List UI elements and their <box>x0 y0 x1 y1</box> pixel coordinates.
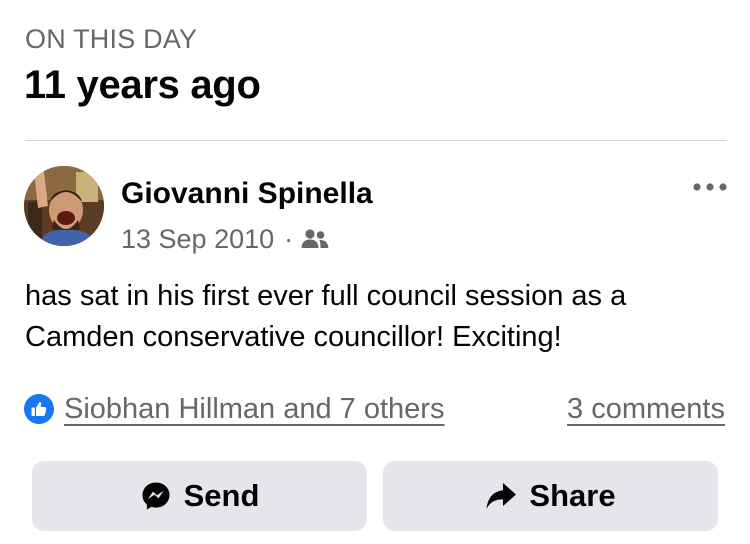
reactors-link[interactable]: Siobhan Hillman and 7 others <box>64 393 444 426</box>
send-button[interactable]: Send <box>32 461 367 531</box>
post-meta: 13 Sep 2010 · <box>121 221 329 257</box>
meta-separator: · <box>284 223 294 254</box>
reactions-summary: Siobhan Hillman and 7 others <box>24 389 444 429</box>
memory-label: ON THIS DAY <box>25 24 198 54</box>
author-name[interactable]: Giovanni Spinella <box>121 175 373 213</box>
memory-title: 11 years ago <box>24 63 261 107</box>
comments-link[interactable]: 3 comments <box>567 389 725 429</box>
avatar[interactable] <box>24 166 104 246</box>
friends-icon[interactable] <box>301 227 329 251</box>
messenger-icon <box>142 482 170 510</box>
avatar-photo <box>24 166 104 246</box>
share-label: Share <box>529 478 616 513</box>
more-options-button[interactable] <box>690 172 730 202</box>
like-icon <box>24 394 54 424</box>
post-date[interactable]: 13 Sep 2010 <box>121 224 274 255</box>
share-arrow-icon <box>486 483 517 509</box>
share-button[interactable]: Share <box>383 461 718 531</box>
post-text: has sat in his first ever full council s… <box>25 280 627 353</box>
more-dots-icon <box>693 183 727 191</box>
send-label: Send <box>183 478 260 513</box>
divider <box>25 140 727 141</box>
